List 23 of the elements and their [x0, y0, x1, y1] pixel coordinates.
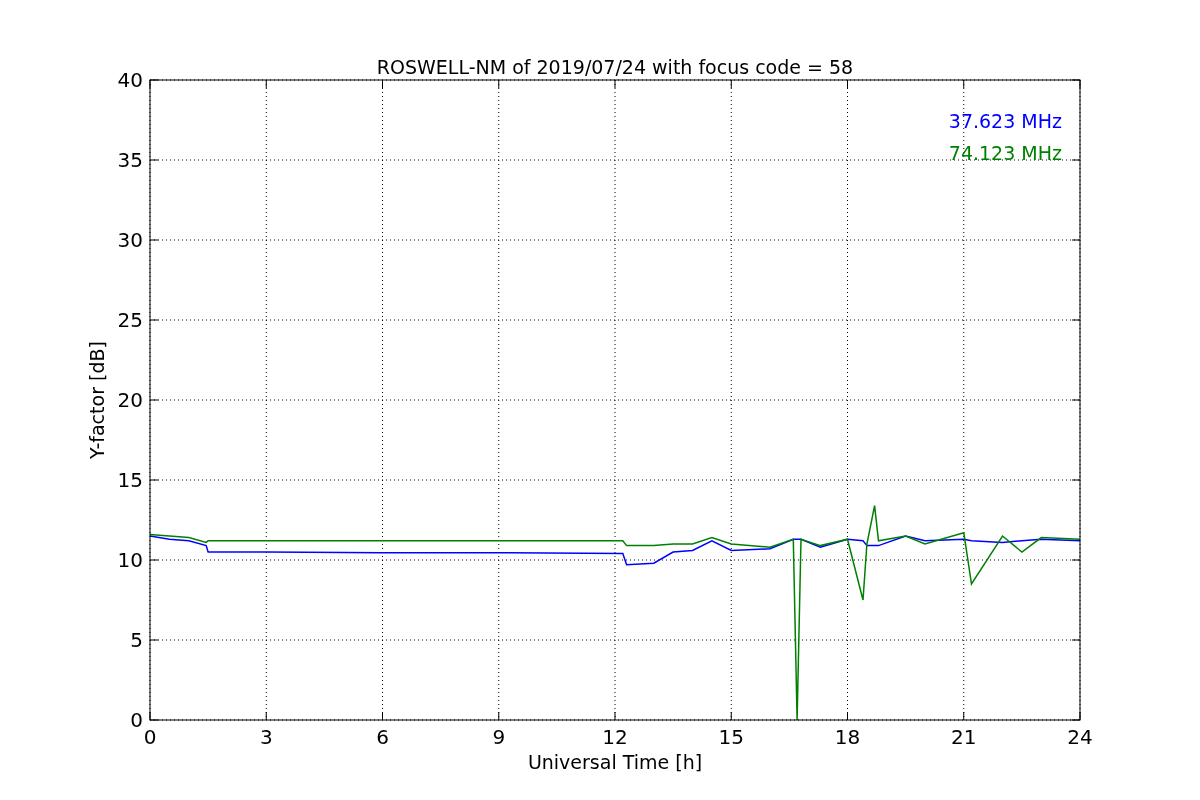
x-tick-label: 15 — [718, 725, 744, 749]
x-tick-label: 24 — [1067, 725, 1093, 749]
y-tick-label: 0 — [130, 708, 143, 732]
x-tick-label: 12 — [602, 725, 628, 749]
y-tick-label: 15 — [117, 468, 143, 492]
x-tick-label: 9 — [492, 725, 506, 749]
legend-label: 74.123 MHz — [948, 142, 1062, 164]
y-tick-label: 20 — [117, 388, 143, 412]
x-axis-label: Universal Time [h] — [527, 751, 703, 773]
y-axis-label: Y-factor [dB] — [86, 341, 108, 459]
y-tick-label: 40 — [117, 68, 143, 92]
x-tick-label: 18 — [834, 725, 861, 749]
x-tick-label: 6 — [376, 725, 389, 749]
y-tick-label: 25 — [117, 308, 143, 332]
y-tick-label: 5 — [130, 628, 143, 652]
y-tick-label: 30 — [117, 228, 143, 252]
x-tick-label: 0 — [143, 725, 157, 749]
y-tick-label: 35 — [117, 148, 143, 172]
x-tick-label: 21 — [951, 725, 977, 749]
x-tick-label: 3 — [259, 725, 273, 749]
legend-label: 37.623 MHz — [948, 110, 1062, 132]
y-tick-label: 10 — [117, 548, 143, 572]
chart-title: ROSWELL-NM of 2019/07/24 with focus code = 58 — [376, 56, 854, 78]
